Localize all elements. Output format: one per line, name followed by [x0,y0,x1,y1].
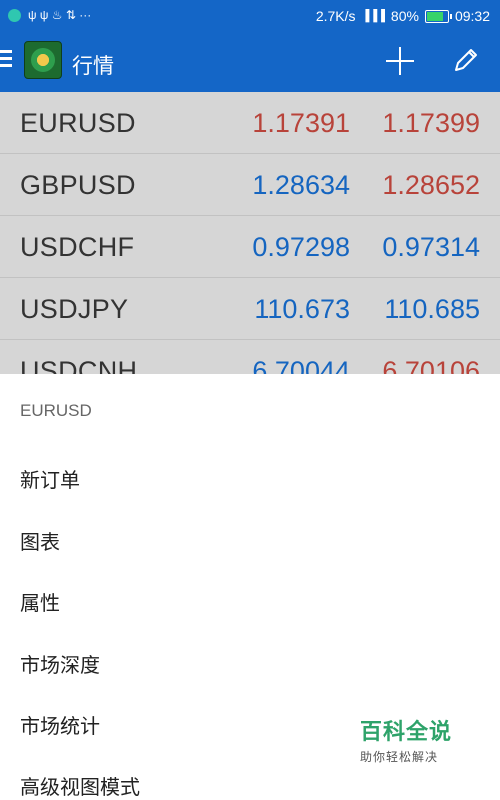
quote-ask: 6.70106 [382,356,480,374]
quotes-list: EURUSD 1.17391 1.17399 GBPUSD 1.28634 1.… [0,92,500,374]
menu-item-advanced-view[interactable]: 高级视图模式 [20,771,140,800]
app-notification-icon [8,8,21,22]
status-bar: ψ ψ ♨ ⇅ ··· 2.7K/s ▐▐▐ 80% 09:32 [0,0,500,32]
menu-item-properties[interactable]: 属性 [20,587,60,616]
quote-row-usdcnh[interactable]: USDCNH 6.70044 6.70106 [0,340,500,374]
quote-symbol: GBPUSD [20,170,136,200]
quote-bid: 1.28634 [252,170,350,200]
quote-ask: 1.17399 [382,108,480,138]
add-symbol-icon[interactable] [386,47,414,75]
quote-row-gbpusd[interactable]: GBPUSD 1.28634 1.28652 [0,154,500,216]
menu-item-chart[interactable]: 图表 [20,526,60,555]
watermark: 百科全说 助你轻松解决 [360,714,470,765]
clock: 09:32 [454,8,490,24]
context-menu-title: EURUSD [20,401,92,420]
menu-item-new-order[interactable]: 新订单 [20,464,80,493]
app-logo[interactable] [24,41,62,79]
battery-percent: 80% [390,8,419,24]
signal-icon: ▐▐▐ [361,10,385,22]
quote-ask: 0.97314 [382,232,480,262]
battery-fill [426,11,443,21]
quote-row-usdchf[interactable]: USDCHF 0.97298 0.97314 [0,216,500,278]
quote-bid: 0.97298 [252,232,350,262]
notification-glyphs: ψ ψ ♨ ⇅ ··· [28,8,92,22]
quote-symbol: USDCNH [20,356,138,374]
quote-symbol: USDJPY [20,294,129,324]
quote-row-usdjpy[interactable]: USDJPY 110.673 110.685 [0,278,500,340]
quote-ask: 110.685 [384,294,480,324]
watermark-main: 百科全说 [360,719,453,744]
menu-item-market-statistics[interactable]: 市场统计 [20,710,100,739]
quote-bid: 1.17391 [252,108,350,138]
quote-symbol: EURUSD [20,108,136,138]
quote-row-eurusd[interactable]: EURUSD 1.17391 1.17399 [0,92,500,154]
menu-item-market-depth[interactable]: 市场深度 [20,649,100,678]
quote-symbol: USDCHF [20,232,135,262]
quote-bid: 110.673 [254,294,350,324]
menu-icon[interactable] [0,50,14,70]
watermark-sub: 助你轻松解决 [360,750,439,764]
quote-bid: 6.70044 [252,356,350,374]
quote-ask: 1.28652 [382,170,480,200]
edit-pencil-icon[interactable] [452,46,480,74]
status-right: 2.7K/s ▐▐▐ 80% 09:32 [316,7,490,25]
notification-icons: ψ ψ ♨ ⇅ ··· [8,7,91,23]
page-title: 行情 [72,55,114,78]
battery-icon [424,9,452,23]
app-bar: 行情 [0,32,500,92]
net-speed: 2.7K/s [315,8,356,24]
